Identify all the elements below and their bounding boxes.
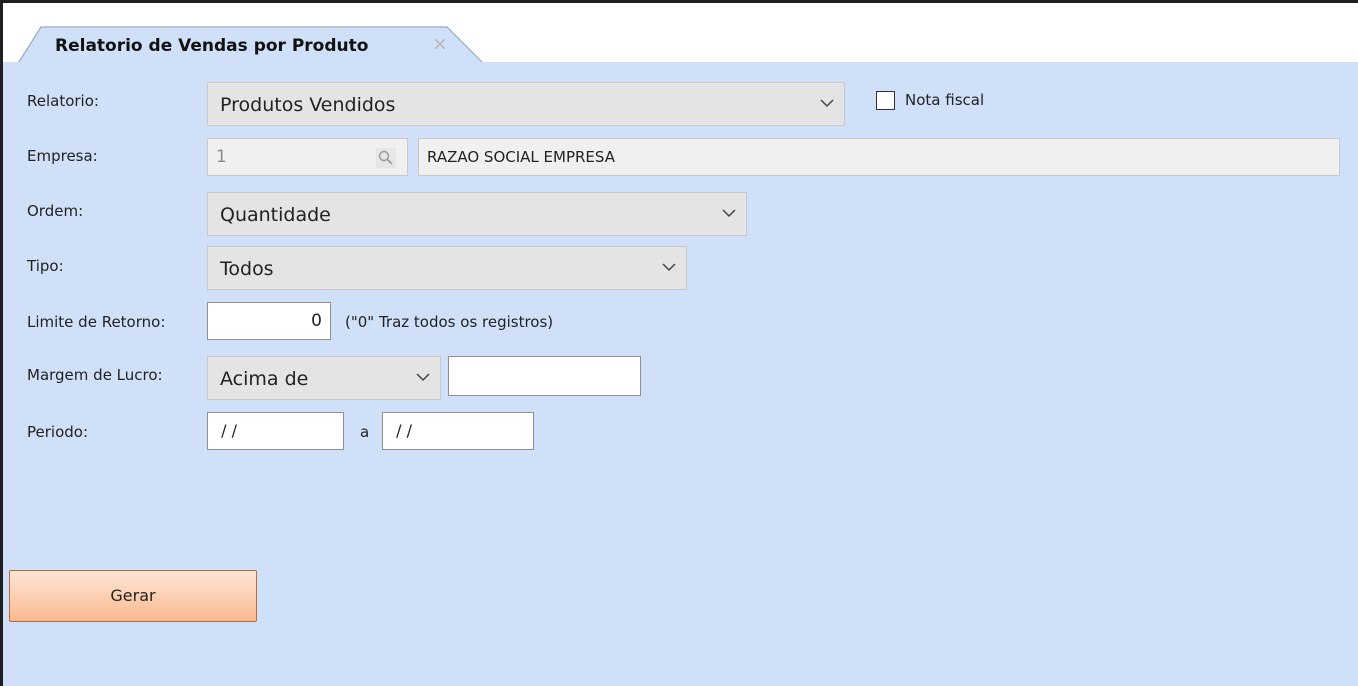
margem-amount-input[interactable] <box>448 356 641 396</box>
nota-fiscal-checkbox[interactable] <box>876 91 895 110</box>
margem-select[interactable]: Acima de <box>207 356 441 400</box>
chevron-down-icon <box>662 263 676 272</box>
ordem-value: Quantidade <box>220 204 331 226</box>
empresa-code: 1 <box>216 147 227 167</box>
relatorio-select[interactable]: Produtos Vendidos <box>207 82 845 126</box>
periodo-start-input[interactable]: / / <box>207 412 344 450</box>
tab-title: Relatorio de Vendas por Produto <box>55 36 369 56</box>
periodo-label: Periodo: <box>27 423 89 441</box>
gerar-button[interactable]: Gerar <box>9 570 257 622</box>
margem-value: Acima de <box>220 368 309 390</box>
close-icon[interactable]: × <box>432 33 448 55</box>
relatorio-label: Relatorio: <box>27 92 99 110</box>
tab-relatorio-vendas[interactable]: Relatorio de Vendas por Produto × <box>17 26 487 66</box>
periodo-start: / / <box>216 421 237 440</box>
tipo-value: Todos <box>220 258 274 280</box>
magnifier-icon[interactable] <box>376 148 396 168</box>
empresa-code-field[interactable]: 1 <box>207 138 408 176</box>
limite-input[interactable]: 0 <box>207 302 331 340</box>
periodo-end-input[interactable]: / / <box>382 412 534 450</box>
periodo-separator: a <box>360 423 370 441</box>
empresa-name-field: RAZAO SOCIAL EMPRESA <box>418 138 1340 176</box>
periodo-end: / / <box>391 421 412 440</box>
ordem-select[interactable]: Quantidade <box>207 192 747 236</box>
chevron-down-icon <box>722 209 736 218</box>
margem-label: Margem de Lucro: <box>27 366 163 384</box>
empresa-label: Empresa: <box>27 147 98 165</box>
nota-fiscal-label: Nota fiscal <box>905 91 985 109</box>
ordem-label: Ordem: <box>27 202 84 220</box>
tipo-label: Tipo: <box>27 257 64 275</box>
chevron-down-icon <box>416 373 430 382</box>
tab-strip: Relatorio de Vendas por Produto × <box>3 3 1358 66</box>
chevron-down-icon <box>820 99 834 108</box>
empresa-name: RAZAO SOCIAL EMPRESA <box>427 148 615 166</box>
tipo-select[interactable]: Todos <box>207 246 687 290</box>
report-form: Relatorio: Produtos Vendidos Nota fiscal… <box>3 62 1358 686</box>
relatorio-value: Produtos Vendidos <box>220 94 396 116</box>
limite-label: Limite de Retorno: <box>27 313 166 331</box>
limite-value: 0 <box>311 311 322 331</box>
limite-hint: ("0" Traz todos os registros) <box>345 313 554 331</box>
